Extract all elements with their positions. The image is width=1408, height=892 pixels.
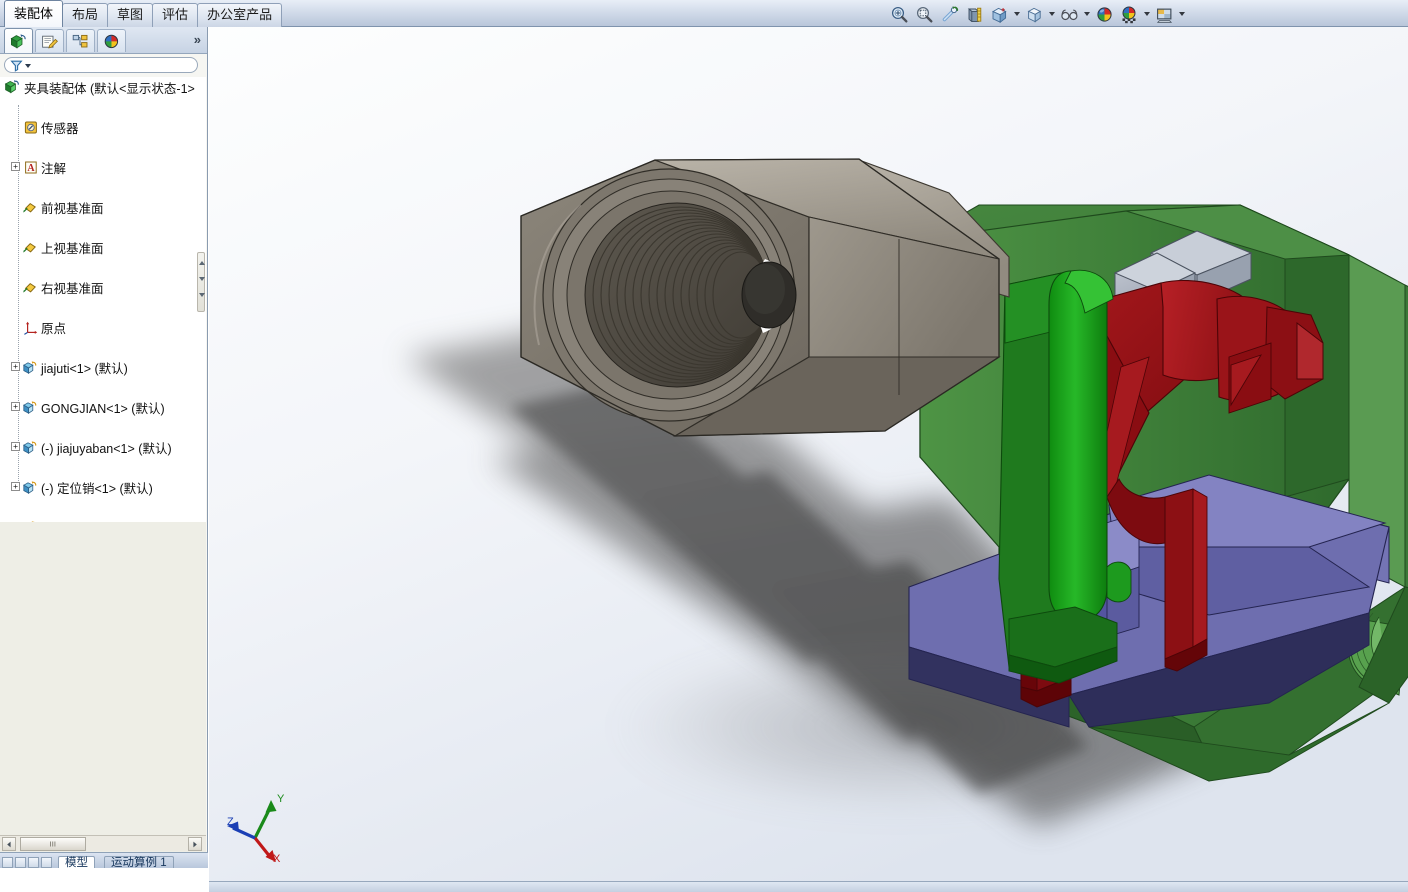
annotations-icon: A [22,159,39,176]
scroll-left-arrow[interactable] [2,837,16,851]
document-tabbar: 模型 运动算例 1 [0,852,208,868]
tab-evaluate[interactable]: 评估 [152,3,199,27]
command-manager-tabs: 装配体 布局 草图 评估 办公室产品 [4,0,283,27]
solidworks-window: 装配体 布局 草图 评估 办公室产品 » 夹具装配体 (默认<显示状态-1> 传… [0,0,1408,892]
expand-icon[interactable]: + [11,362,20,371]
display-style-icon[interactable] [1022,3,1046,25]
tree-node-part-gongjian[interactable]: + GONGJIAN<1> (默认) [0,397,206,417]
tree-mini-scrollbar[interactable] [197,252,205,312]
property-manager-tab[interactable] [35,29,64,52]
expand-icon[interactable]: + [11,482,20,491]
tree-node-label: 右视基准面 [41,281,104,296]
zoom-to-fit-icon[interactable] [887,3,911,25]
previous-view-icon[interactable] [937,3,961,25]
origin-icon [22,319,39,336]
expand-icon[interactable]: + [11,162,20,171]
assembly-icon [4,79,21,96]
view-orientation-icon[interactable] [987,3,1011,25]
feature-tree-empty-area [0,522,206,868]
expand-icon[interactable]: + [11,402,20,411]
filter-dropdown-icon[interactable] [25,64,31,68]
tab-office-products[interactable]: 办公室产品 [197,3,283,27]
expand-icon[interactable]: + [11,442,20,451]
display-manager-tab[interactable] [97,29,126,52]
tree-node-label: 原点 [41,321,67,336]
view-orientation-dropdown[interactable] [1012,3,1021,25]
tree-node-label: 前视基准面 [41,201,104,216]
command-manager-tabstrip: 装配体 布局 草图 评估 办公室产品 [0,0,1408,27]
part-icon [22,399,39,416]
tree-node-label: 夹具装配体 (默认<显示状态-1> [24,81,195,96]
zoom-to-area-icon[interactable] [912,3,936,25]
tree-node-top-plane[interactable]: 上视基准面 [0,237,206,257]
tree-node-part-locating-pin[interactable]: + (-) 定位销<1> (默认) [0,477,206,497]
tab-layout[interactable]: 布局 [62,3,109,27]
tree-node-assembly-root[interactable]: 夹具装配体 (默认<显示状态-1> [0,77,206,97]
scroll-right-arrow[interactable] [188,837,202,851]
triad-x-label: X [273,853,281,864]
tree-node-label: (-) 定位销<1> (默认) [41,481,153,496]
cad-model-render [209,27,1408,892]
scroll-thumb[interactable] [20,837,86,851]
tree-node-front-plane[interactable]: 前视基准面 [0,197,206,217]
tab-model[interactable]: 模型 [58,856,95,868]
viewport-layout-dropdown[interactable] [1177,3,1186,25]
tree-node-origin[interactable]: 原点 [0,317,206,337]
tree-node-part-jiajuyaban[interactable]: + (-) jiajuyaban<1> (默认) [0,437,206,457]
display-style-dropdown[interactable] [1047,3,1056,25]
tree-node-label: jiajuti<1> (默认) [41,361,128,376]
triad-z-label: Z [227,816,234,828]
tree-node-label: 注解 [41,161,67,176]
plane-icon [22,239,39,256]
filter-icon [10,59,23,77]
status-bar [209,881,1408,892]
tree-node-label: (-) jiajuyaban<1> (默认) [41,441,172,456]
configuration-manager-tab[interactable] [66,29,95,52]
tree-node-part-jiajuti[interactable]: + jiajuti<1> (默认) [0,357,206,377]
part-icon [22,479,39,496]
tab-sketch[interactable]: 草图 [107,3,154,27]
feature-tree[interactable]: 夹具装配体 (默认<显示状态-1> 传感器 + A 注解 前视基准面 上视基准面… [0,77,206,522]
view-settings-icon[interactable] [1117,3,1141,25]
tree-node-label: GONGJIAN<1> (默认) [41,401,165,416]
tree-node-sensors[interactable]: 传感器 [0,117,206,137]
svg-text:A: A [27,163,35,174]
section-view-icon[interactable] [962,3,986,25]
part-icon [22,359,39,376]
tree-node-right-plane[interactable]: 右视基准面 [0,277,206,297]
tab-nav-first[interactable] [2,857,13,868]
tab-nav-next[interactable] [28,857,39,868]
tree-node-label: 传感器 [41,121,79,136]
view-settings-dropdown[interactable] [1142,3,1151,25]
sensor-icon [22,119,39,136]
apply-scene-icon[interactable] [1092,3,1116,25]
plane-icon [22,279,39,296]
tab-assembly[interactable]: 装配体 [4,0,64,27]
tab-motion-study[interactable]: 运动算例 1 [104,856,174,868]
plane-icon [22,199,39,216]
coordinate-triad: Y X Z [221,788,297,864]
part-icon [22,439,39,456]
view-toolbar [887,2,1186,26]
feature-tree-filter[interactable] [4,57,198,73]
tree-node-label: 上视基准面 [41,241,104,256]
viewport-layout-icon[interactable] [1152,3,1176,25]
tab-nav-last[interactable] [41,857,52,868]
hide-show-items-icon[interactable] [1057,3,1081,25]
feature-manager-overflow[interactable]: » [194,32,201,47]
feature-tree-tab[interactable] [4,28,33,53]
triad-y-label: Y [277,793,285,805]
feature-tree-hscrollbar[interactable] [0,835,206,851]
tree-node-annotations[interactable]: + A 注解 [0,157,206,177]
hide-show-items-dropdown[interactable] [1082,3,1091,25]
graphics-viewport[interactable]: Y X Z [209,27,1408,892]
tab-nav-prev[interactable] [15,857,26,868]
feature-manager-panel: » 夹具装配体 (默认<显示状态-1> 传感器 + A 注解 前视基准面 上视基… [0,27,208,868]
feature-manager-tabbar: » [0,27,207,54]
